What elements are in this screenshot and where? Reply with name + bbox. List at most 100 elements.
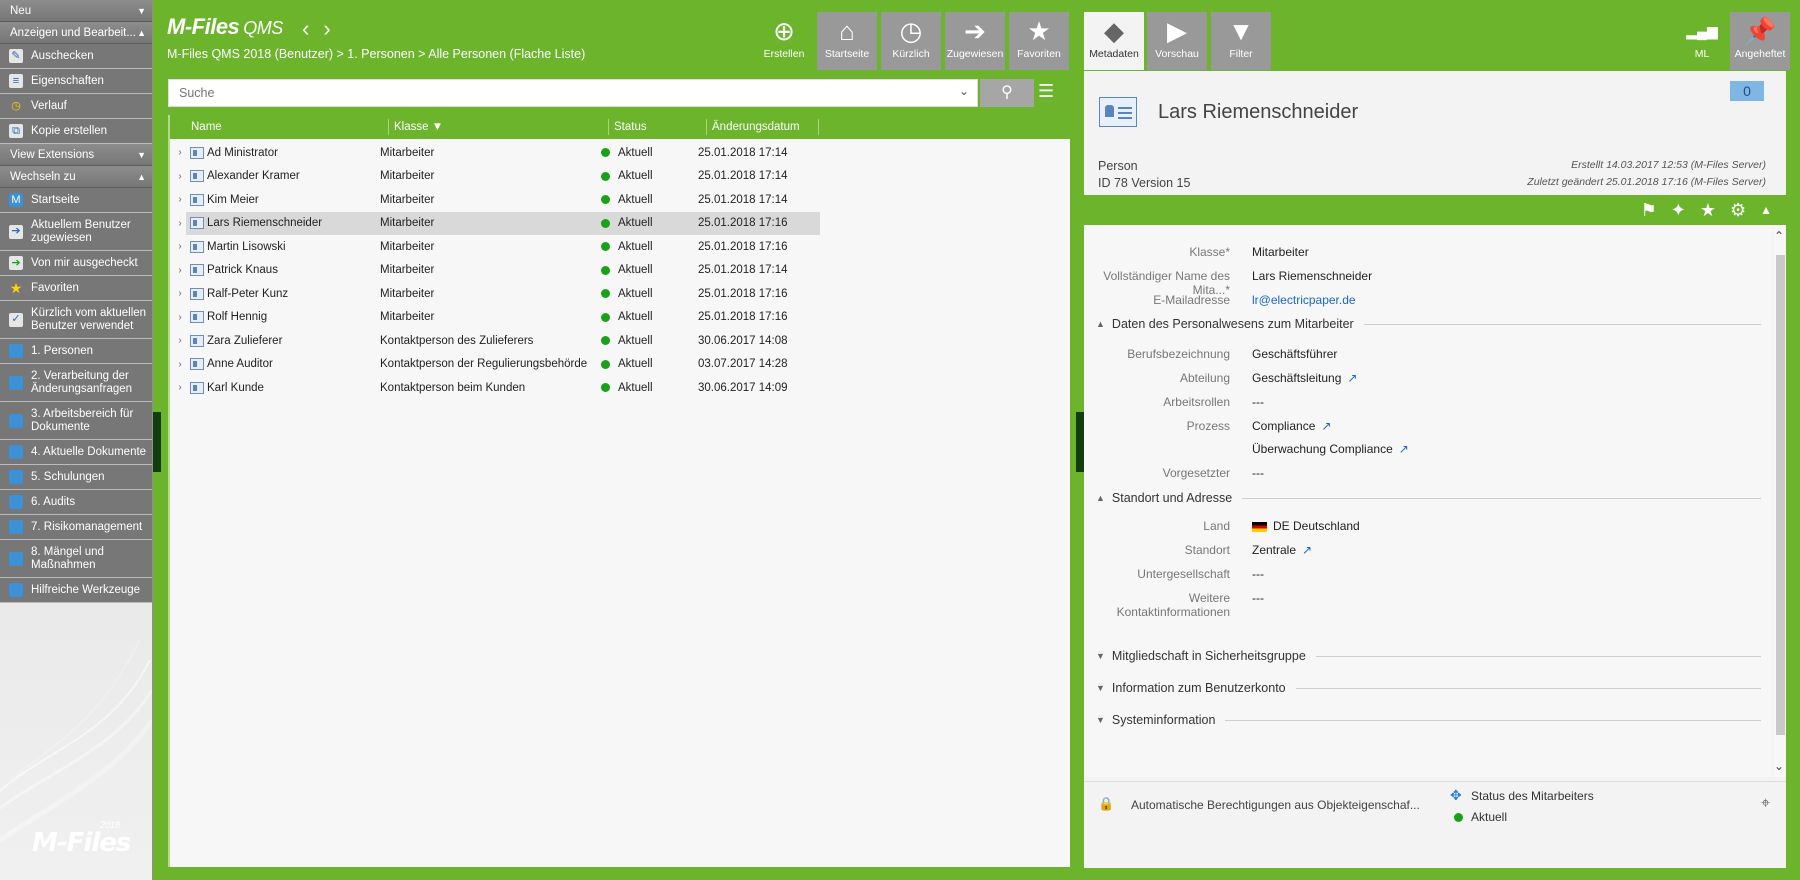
tab-pinned[interactable]: 📌 Angeheftet bbox=[1730, 12, 1790, 70]
search-input[interactable] bbox=[169, 80, 949, 106]
goto-home[interactable]: M Startseite bbox=[0, 188, 152, 213]
prop-contact-info[interactable]: Weitere Kontaktinformationen --- bbox=[1084, 591, 1264, 619]
prop-klasse[interactable]: Klasse* Mitarbeiter bbox=[1084, 245, 1308, 259]
prop-site[interactable]: Standort Zentrale ↗ bbox=[1084, 543, 1312, 557]
tab-home[interactable]: ⌂ Startseite bbox=[817, 12, 877, 70]
external-link-icon[interactable]: ↗ bbox=[1321, 419, 1331, 433]
expand-chevron-icon[interactable]: › bbox=[170, 312, 190, 323]
external-link-icon[interactable]: ↗ bbox=[1302, 543, 1312, 557]
column-name[interactable]: Name bbox=[186, 119, 389, 135]
create-button[interactable]: ⊕ Erstellen bbox=[754, 12, 814, 70]
action-checkout[interactable]: ✎ Auschecken bbox=[0, 44, 152, 69]
table-row[interactable]: › Alexander Kramer Mitarbeiter Aktuell 25.01… bbox=[170, 165, 1070, 189]
tab-filter[interactable]: ▼ Filter bbox=[1211, 12, 1271, 70]
table-row[interactable]: › Patrick Knaus Mitarbeiter Aktuell 25.01.20… bbox=[170, 259, 1070, 283]
tab-recent[interactable]: ◷ Kürzlich bbox=[881, 12, 941, 70]
chevron-down-icon[interactable]: ⌄ bbox=[959, 84, 969, 98]
table-row[interactable]: › Martin Lisowski Mitarbeiter Aktuell 25.01.… bbox=[170, 235, 1070, 259]
prop-subsidiary[interactable]: Untergesellschaft --- bbox=[1084, 567, 1264, 581]
scroll-down-icon[interactable]: ⌄ bbox=[1774, 759, 1784, 773]
expand-chevron-icon[interactable]: › bbox=[170, 359, 190, 370]
table-row[interactable]: › Anne Auditor Kontaktperson der Regulieru… bbox=[170, 353, 1070, 377]
goto-change-requests[interactable]: 2. Verarbeitung der Änderungsanfragen bbox=[0, 364, 152, 402]
goto-risk-management[interactable]: 7. Risikomanagement bbox=[0, 515, 152, 540]
goto-trainings[interactable]: 5. Schulungen bbox=[0, 465, 152, 490]
table-row[interactable]: › Ralf-Peter Kunz Mitarbeiter Aktuell 25.01.… bbox=[170, 282, 1070, 306]
expand-chevron-icon[interactable]: › bbox=[170, 335, 190, 346]
tab-metadata[interactable]: ◆ Metadaten bbox=[1084, 12, 1144, 70]
tab-preview[interactable]: ▶ Vorschau bbox=[1147, 12, 1207, 70]
goto-favorites[interactable]: ★ Favoriten bbox=[0, 276, 152, 301]
table-row[interactable]: › Ad Ministrator Mitarbeiter Aktuell 25.01.2… bbox=[170, 141, 1070, 165]
expand-chevron-icon[interactable]: › bbox=[170, 288, 190, 299]
prop-process[interactable]: Prozess Compliance ↗ bbox=[1084, 419, 1332, 433]
group-location[interactable]: ▲ Standort und Adresse bbox=[1096, 491, 1761, 505]
tab-favorites[interactable]: ★ Favoriten bbox=[1009, 12, 1069, 70]
goto-recent[interactable]: ✓ Kürzlich vom aktuellen Benutzer verwend… bbox=[0, 301, 152, 339]
goto-audits[interactable]: 6. Audits bbox=[0, 490, 152, 515]
goto-assigned[interactable]: ➔ Aktuellem Benutzer zugewiesen bbox=[0, 213, 152, 251]
group-security[interactable]: ▼ Mitgliedschaft in Sicherheitsgruppe bbox=[1096, 649, 1761, 663]
comment-count-badge[interactable]: 0 bbox=[1730, 81, 1764, 101]
properties-scrollbar[interactable]: ⌃ ⌄ bbox=[1774, 225, 1786, 777]
pane-splitter[interactable] bbox=[1076, 412, 1084, 472]
section-view-edit[interactable]: Anzeigen und Bearbeit... ▲ bbox=[0, 22, 152, 44]
pin-icon[interactable]: ✦ bbox=[1671, 200, 1686, 221]
forward-icon[interactable]: › bbox=[323, 16, 330, 41]
table-row[interactable]: › Kim Meier Mitarbeiter Aktuell 25.01.2018 1… bbox=[170, 188, 1070, 212]
expand-chevron-icon[interactable]: › bbox=[170, 218, 190, 229]
prop-department[interactable]: Abteilung Geschäftsleitung ↗ bbox=[1084, 371, 1358, 385]
column-klasse[interactable]: Klasse ▼ bbox=[389, 119, 609, 135]
group-system-info[interactable]: ▼ Systeminformation bbox=[1096, 713, 1761, 727]
pane-splitter[interactable] bbox=[153, 412, 161, 472]
prop-supervisor[interactable]: Vorgesetzter --- bbox=[1084, 466, 1264, 480]
tab-assigned[interactable]: ➔ Zugewiesen bbox=[945, 12, 1005, 70]
lock-icon[interactable]: 🔒 bbox=[1098, 796, 1114, 812]
goto-checked-out[interactable]: ➔ Von mir ausgecheckt bbox=[0, 251, 152, 276]
prop-process-2[interactable]: Überwachung Compliance ↗ bbox=[1084, 442, 1409, 456]
permissions-label[interactable]: Automatische Berechtigungen aus Objektei… bbox=[1131, 798, 1420, 812]
search-button[interactable]: ⚲ bbox=[980, 79, 1034, 107]
goto-defects-actions[interactable]: 8. Mängel und Maßnahmen bbox=[0, 540, 152, 578]
table-row[interactable]: › Karl Kunde Kontaktperson beim Kunden Aktu… bbox=[170, 376, 1070, 400]
goto-document-workspace[interactable]: 3. Arbeitsbereich für Dokumente bbox=[0, 402, 152, 440]
expand-chevron-icon[interactable]: › bbox=[170, 147, 190, 158]
scroll-thumb[interactable] bbox=[1776, 255, 1785, 735]
expand-chevron-icon[interactable]: › bbox=[170, 194, 190, 205]
gear-icon[interactable]: ⚙ bbox=[1730, 200, 1746, 221]
collapse-icon[interactable]: ▲ bbox=[1760, 203, 1772, 217]
group-hr-data[interactable]: ▲ Daten des Personalwesens zum Mitarbeite… bbox=[1096, 317, 1761, 331]
crosshair-icon[interactable]: ⌖ bbox=[1761, 795, 1770, 813]
external-link-icon[interactable]: ↗ bbox=[1347, 371, 1357, 385]
column-date[interactable]: Änderungsdatum bbox=[707, 119, 819, 135]
prop-email[interactable]: E-Mailadresse lr@electricpaper.de bbox=[1084, 293, 1355, 307]
prop-country[interactable]: Land DE Deutschland bbox=[1084, 519, 1359, 533]
search-options-icon[interactable]: ☰ bbox=[1038, 81, 1054, 102]
table-row[interactable]: › Zara Zulieferer Kontaktperson des Zulief… bbox=[170, 329, 1070, 353]
section-new[interactable]: Neu ▼ bbox=[0, 0, 152, 22]
prop-job-title[interactable]: Berufsbezeichnung Geschäftsführer bbox=[1084, 347, 1337, 361]
table-row[interactable]: › Rolf Hennig Mitarbeiter Aktuell 25.01.2018… bbox=[170, 306, 1070, 330]
column-status[interactable]: Status bbox=[609, 119, 707, 135]
group-user-account[interactable]: ▼ Information zum Benutzerkonto bbox=[1096, 681, 1761, 695]
user-menu[interactable]: ▂▄▆ ML bbox=[1672, 12, 1732, 70]
prop-roles[interactable]: Arbeitsrollen --- bbox=[1084, 395, 1264, 409]
goto-personen[interactable]: 1. Personen bbox=[0, 339, 152, 364]
flag-icon[interactable]: ⚑ bbox=[1641, 200, 1657, 221]
goto-current-documents[interactable]: 4. Aktuelle Dokumente bbox=[0, 440, 152, 465]
table-row[interactable]: › Lars Riemenschneider Mitarbeiter Aktuell 2… bbox=[178, 211, 820, 235]
breadcrumb[interactable]: M-Files QMS 2018 (Benutzer) > 1. Persone… bbox=[167, 47, 585, 61]
expand-chevron-icon[interactable]: › bbox=[170, 265, 190, 276]
action-properties[interactable]: ≡ Eigenschaften bbox=[0, 69, 152, 94]
back-icon[interactable]: ‹ bbox=[302, 16, 309, 41]
scroll-up-icon[interactable]: ⌃ bbox=[1774, 229, 1784, 243]
external-link-icon[interactable]: ↗ bbox=[1399, 442, 1409, 456]
workflow-label[interactable]: Status des Mitarbeiters bbox=[1471, 789, 1594, 803]
state-label[interactable]: Aktuell bbox=[1471, 810, 1507, 824]
action-copy[interactable]: ⧉ Kopie erstellen bbox=[0, 119, 152, 144]
expand-chevron-icon[interactable]: › bbox=[170, 171, 190, 182]
action-history[interactable]: ◷ Verlauf bbox=[0, 94, 152, 119]
expand-chevron-icon[interactable]: › bbox=[170, 382, 190, 393]
expand-chevron-icon[interactable]: › bbox=[170, 241, 190, 252]
section-view-extensions[interactable]: View Extensions ▼ bbox=[0, 144, 152, 166]
